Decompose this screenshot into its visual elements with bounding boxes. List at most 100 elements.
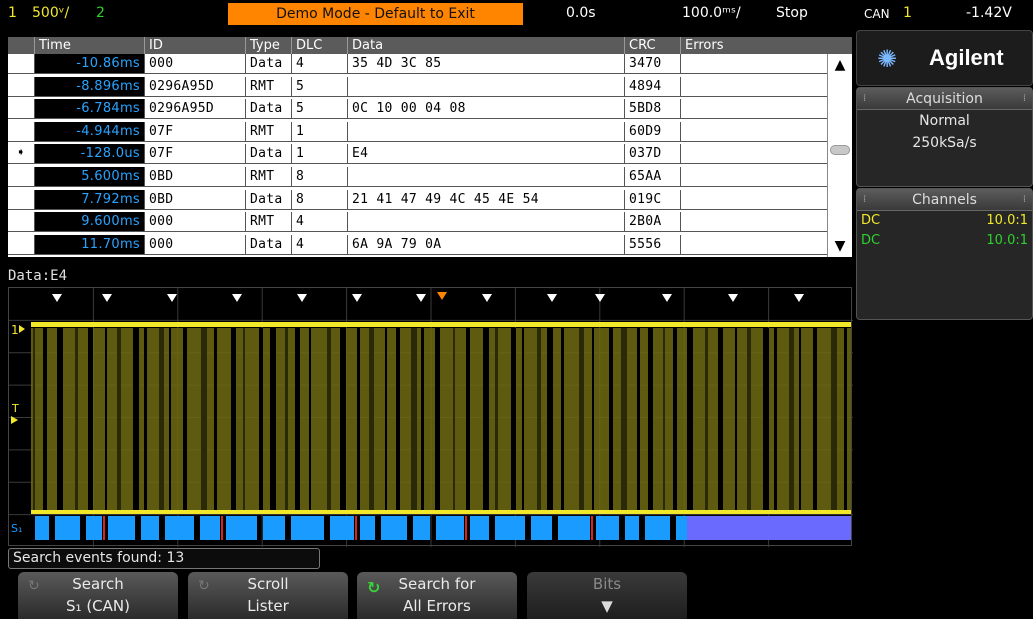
search-event-marker — [416, 294, 426, 302]
softkey2-line2: Lister — [247, 597, 289, 615]
serial-error-marker — [221, 516, 223, 540]
waveform-display[interactable]: 1 T S₁ — [8, 287, 853, 547]
channel1-waveform-edge — [75, 328, 78, 514]
col-data[interactable]: Data — [347, 37, 624, 54]
table-row[interactable]: 5.600ms 0BD RMT 8 65AA — [8, 167, 827, 187]
col-time[interactable]: Time — [34, 37, 144, 54]
current-row-marker-icon — [8, 99, 34, 118]
channel2-probe: 10.0:1 — [986, 233, 1028, 248]
search-event-marker — [352, 294, 362, 302]
channel2-row[interactable]: DC 10.0:1 — [857, 231, 1032, 251]
softkey2-line1: Scroll — [247, 575, 289, 593]
channel1-waveform-edge — [466, 328, 470, 514]
cell-type: RMT — [245, 121, 291, 141]
table-row[interactable]: -10.86ms 000 Data 4 35 4D 3C 85 3470 — [8, 54, 827, 74]
trigger-level-marker: T — [11, 402, 19, 415]
demo-mode-banner[interactable]: Demo Mode - Default to Exit — [228, 3, 523, 25]
channels-panel[interactable]: ⁞ Channels ⁞ DC 10.0:1 DC 10.0:1 — [856, 188, 1033, 320]
channel1-high-level — [31, 322, 851, 327]
cell-id: 07F — [144, 144, 245, 164]
arrow-up-icon[interactable]: ▲ — [832, 58, 848, 72]
scroll-lister-softkey[interactable]: ↻ Scroll Lister — [188, 572, 348, 619]
cell-time: 11.70ms — [34, 234, 144, 254]
arrow-down-icon: ▼ — [601, 597, 613, 615]
acquisition-title: ⁞ Acquisition ⁞ — [857, 88, 1032, 110]
cell-errors — [680, 189, 827, 209]
col-type[interactable]: Type — [245, 37, 291, 54]
timebase[interactable]: 100.0ᵐˢ/ — [682, 5, 741, 21]
trigger-source[interactable]: 1 — [903, 5, 912, 21]
channel1-waveform-edge — [511, 328, 516, 514]
cell-id: 0BD — [144, 167, 245, 186]
cell-crc: 019C — [624, 189, 680, 209]
table-row[interactable]: 11.70ms 000 Data 4 6A 9A 79 0A 5556 — [8, 234, 827, 255]
table-row[interactable]: ➧ -128.0us 07F Data 1 E4 037D — [8, 144, 827, 165]
cell-id: 0296A95D — [144, 76, 245, 96]
channel1-coupling: DC — [861, 213, 881, 228]
cell-time: -6.784ms — [34, 99, 144, 119]
cell-crc: 2B0A — [624, 212, 680, 232]
table-row[interactable]: -6.784ms 0296A95D Data 5 0C 10 00 04 08 5BD8 — [8, 99, 827, 120]
search-source-softkey[interactable]: ↻ Search S₁ (CAN) — [18, 572, 178, 619]
channel1-row[interactable]: DC 10.0:1 — [857, 211, 1032, 231]
channel1-waveform-edge — [579, 328, 584, 514]
scroll-thumb[interactable] — [830, 145, 850, 155]
table-row[interactable]: -4.944ms 07F RMT 1 60D9 — [8, 121, 827, 142]
bits-softkey[interactable]: Bits ▼ — [527, 572, 687, 619]
channel2-number[interactable]: 2 — [96, 5, 105, 21]
col-id[interactable]: ID — [144, 37, 245, 54]
serial-frame-segment — [141, 516, 159, 540]
cell-crc: 3470 — [624, 54, 680, 73]
serial-frame-segment — [470, 516, 489, 540]
cell-data — [347, 212, 624, 232]
serial-frame-segment — [360, 516, 375, 540]
channel1-number[interactable]: 1 — [8, 5, 17, 21]
table-row[interactable]: -8.896ms 0296A95D RMT 5 4894 — [8, 76, 827, 97]
channel1-scale[interactable]: 500ᵛ/ — [32, 5, 69, 21]
channel1-waveform-edge — [537, 328, 541, 514]
channel1-waveform-edge — [813, 328, 817, 514]
search-event-marker — [728, 294, 738, 302]
lister-table[interactable]: Time ID Type DLC Data CRC Errors -10.86m… — [8, 37, 852, 257]
channel2-coupling: DC — [861, 233, 881, 248]
brand-logo: ✺ Agilent — [856, 30, 1033, 86]
channel1-waveform-edge — [43, 328, 47, 514]
trigger-position-marker — [437, 292, 447, 300]
cell-id: 0296A95D — [144, 99, 245, 119]
current-row-marker-icon — [8, 212, 34, 231]
waveform-canvas: 1 T S₁ — [9, 288, 853, 547]
cell-dlc: 8 — [291, 189, 347, 209]
trigger-level[interactable]: -1.42V — [966, 5, 1012, 21]
search-event-marker — [595, 294, 605, 302]
cell-crc: 037D — [624, 144, 680, 164]
channel1-waveform-edge — [214, 328, 217, 514]
brand-name: Agilent — [929, 45, 1004, 70]
search-event-marker — [167, 294, 177, 302]
cell-data — [347, 76, 624, 96]
time-delay[interactable]: 0.0s — [566, 5, 596, 21]
arrow-down-icon[interactable]: ▼ — [832, 239, 848, 253]
channel1-waveform-edge — [621, 328, 627, 514]
col-errors[interactable]: Errors — [680, 37, 827, 54]
channel1-waveform-edge — [117, 328, 121, 514]
trigger-type[interactable]: CAN — [864, 7, 890, 21]
table-row[interactable]: 9.600ms 000 RMT 4 2B0A — [8, 212, 827, 233]
softkey3-line1: Search for — [398, 575, 476, 593]
col-dlc[interactable]: DLC — [291, 37, 347, 54]
serial-frame-segment — [291, 516, 324, 540]
cell-time: -8.896ms — [34, 76, 144, 96]
search-event-marker — [297, 294, 307, 302]
channel1-marker-arrow — [19, 325, 25, 333]
serial-frame-segment — [531, 516, 552, 540]
run-state[interactable]: Stop — [776, 5, 808, 21]
search-errors-softkey[interactable]: ↻ Search for All Errors — [357, 572, 517, 619]
lister-scrollbar[interactable]: ▲ ▼ — [827, 54, 852, 257]
acquisition-panel[interactable]: ⁞ Acquisition ⁞ Normal 250kSa/s — [856, 87, 1033, 187]
table-row[interactable]: 7.792ms 0BD Data 8 21 41 47 49 4C 45 4E 54 01… — [8, 189, 827, 210]
cell-data — [347, 121, 624, 141]
cell-data: 35 4D 3C 85 — [347, 54, 624, 73]
col-crc[interactable]: CRC — [624, 37, 680, 54]
cell-crc: 5556 — [624, 234, 680, 254]
channel1-waveform-edge — [844, 328, 847, 514]
cell-time: 7.792ms — [34, 189, 144, 209]
